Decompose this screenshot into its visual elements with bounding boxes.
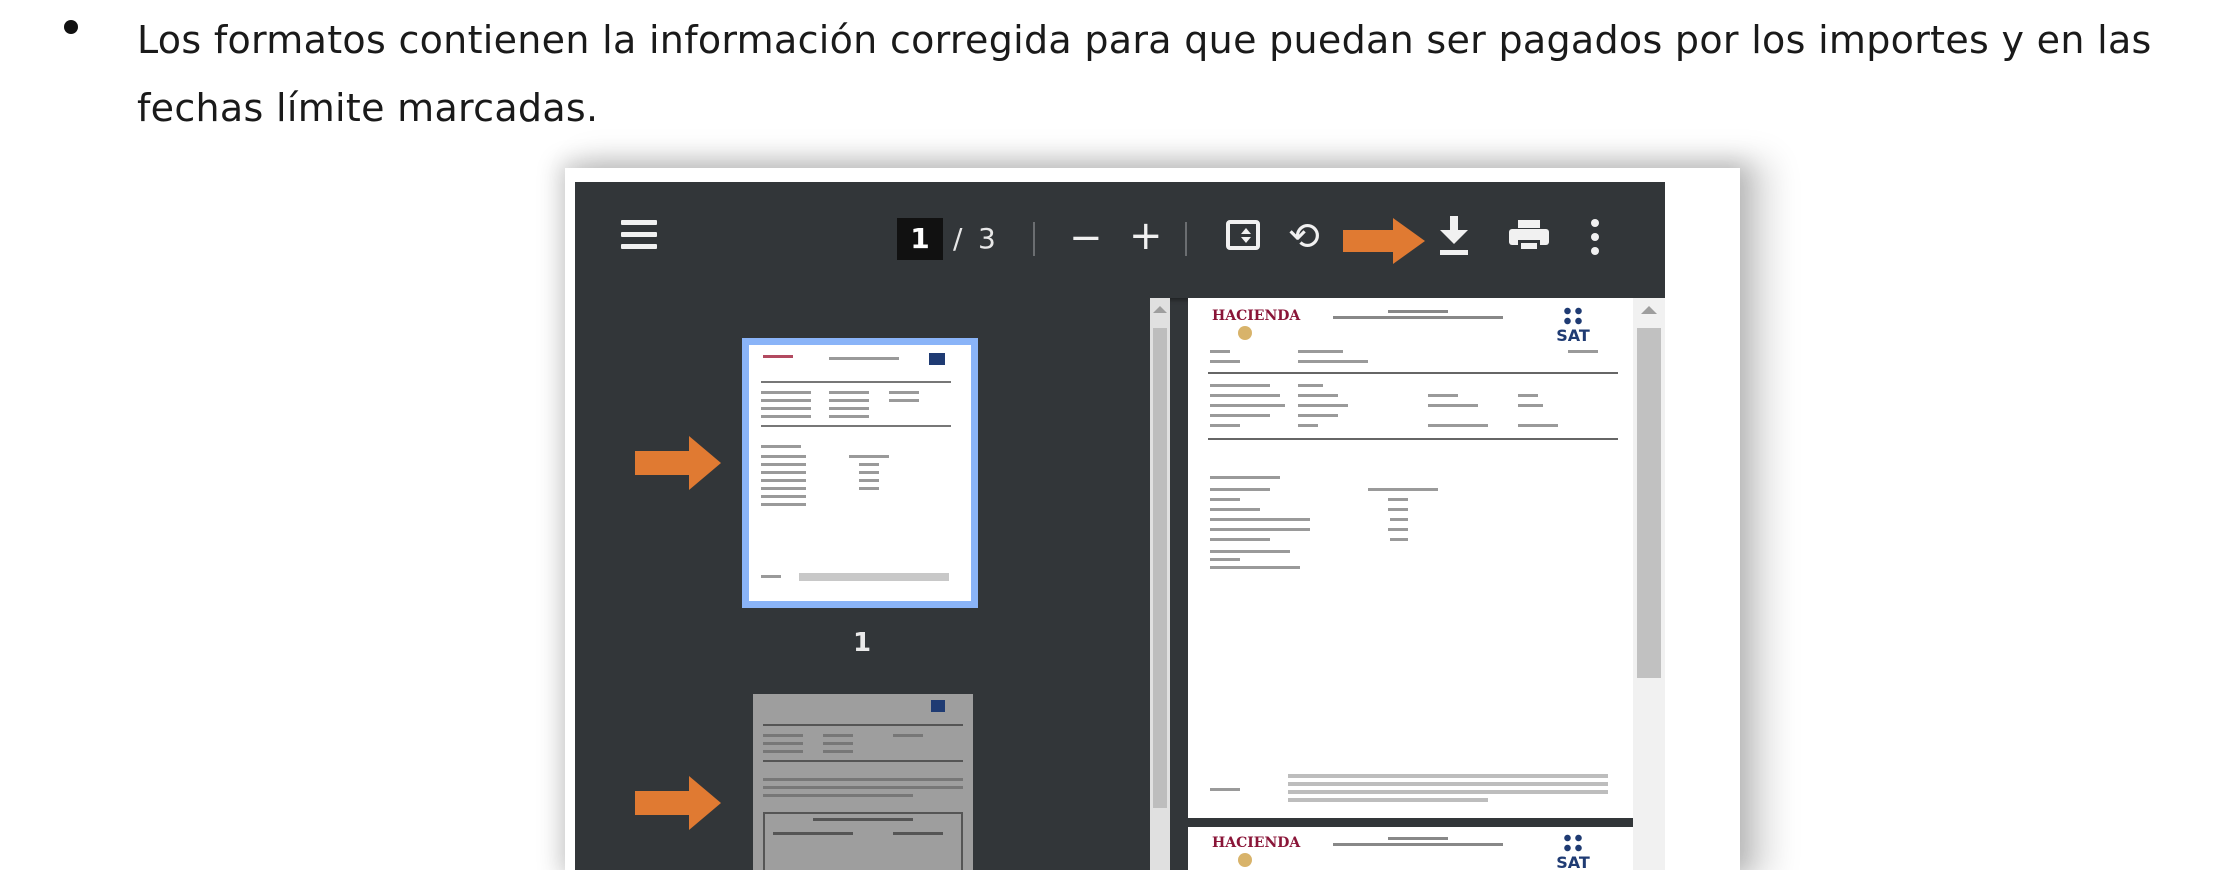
- thumbnail-page-number: 1: [853, 628, 872, 658]
- sat-logo: SAT: [1548, 833, 1598, 870]
- download-icon[interactable]: [1437, 214, 1471, 260]
- page-separator: /: [953, 222, 963, 255]
- page-thumbnail[interactable]: [742, 338, 978, 608]
- seal-icon: [1238, 326, 1252, 340]
- rotate-icon[interactable]: ⟲: [1288, 216, 1320, 256]
- zoom-in-button[interactable]: +: [1129, 216, 1163, 256]
- viewer-toolbar: 1 / 3 − + ⟲: [575, 182, 1665, 298]
- orange-arrow-icon: [635, 776, 721, 830]
- document-header: [1318, 310, 1518, 319]
- document-scrollbar[interactable]: [1633, 298, 1665, 870]
- hacienda-logo: HACIENDA: [1212, 308, 1301, 324]
- document-page: HACIENDA SAT: [1188, 827, 1633, 870]
- page-thumbnail[interactable]: [753, 694, 973, 870]
- thumbnail-sidebar: 1: [575, 298, 1150, 870]
- print-icon[interactable]: [1509, 220, 1549, 254]
- orange-arrow-icon: [1343, 218, 1425, 264]
- page-number-input[interactable]: 1: [897, 218, 943, 260]
- sat-logo: SAT: [1548, 306, 1598, 345]
- sidebar-scrollbar[interactable]: [1150, 298, 1170, 870]
- seal-icon: [1238, 853, 1252, 867]
- fit-page-icon[interactable]: [1226, 220, 1260, 250]
- orange-arrow-icon: [635, 436, 721, 490]
- zoom-out-button[interactable]: −: [1069, 218, 1103, 258]
- bullet-point: [64, 20, 78, 34]
- more-options-icon[interactable]: [1591, 219, 1599, 259]
- bullet-text: Los formatos contienen la información co…: [137, 18, 2152, 130]
- page-total: 3: [978, 222, 996, 255]
- pdf-viewer: 1 / 3 − + ⟲ 1 HACIENDA SAT HACIENDA SAT: [575, 182, 1665, 870]
- document-header: [1318, 837, 1518, 846]
- menu-icon[interactable]: [621, 220, 657, 252]
- toolbar-divider: [1033, 222, 1035, 256]
- hacienda-logo: HACIENDA: [1212, 835, 1301, 851]
- document-page: HACIENDA SAT: [1188, 298, 1633, 818]
- toolbar-divider: [1185, 222, 1187, 256]
